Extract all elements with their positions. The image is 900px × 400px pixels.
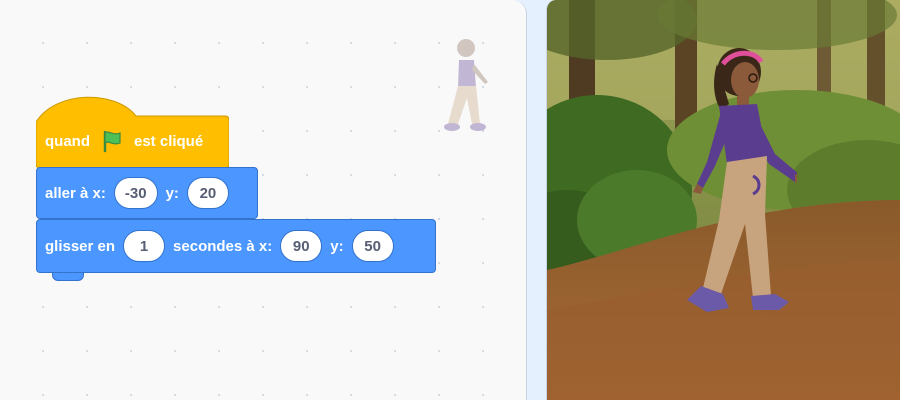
is-clicked-label: est cliqué — [134, 132, 204, 150]
code-area[interactable]: quand est cliqué aller à x: -30 y: 20 gl… — [0, 0, 527, 400]
avery-walking-sprite[interactable] — [657, 44, 797, 324]
go-to-xy-block[interactable]: aller à x: -30 y: 20 — [36, 167, 258, 219]
glide-seconds-label: secondes à x: — [173, 237, 273, 255]
glide-seconds-input[interactable]: 1 — [123, 230, 166, 262]
glide-block-notch — [52, 272, 84, 281]
when-flag-clicked-row: quand est cliqué — [36, 118, 203, 164]
when-label: quand — [45, 132, 90, 150]
scratch-editor: quand est cliqué aller à x: -30 y: 20 gl… — [0, 0, 900, 400]
stage[interactable] — [546, 0, 900, 400]
go-to-x-label: aller à x: — [45, 184, 106, 202]
go-to-y-label: y: — [165, 184, 179, 202]
green-flag-icon — [103, 130, 121, 153]
glide-x-input[interactable]: 90 — [280, 230, 323, 262]
glide-block[interactable]: glisser en 1 secondes à x: 90 y: 50 — [36, 219, 436, 273]
glide-y-input[interactable]: 50 — [351, 230, 394, 262]
glide-label: glisser en — [45, 237, 116, 255]
sprite-ghost-icon — [444, 39, 488, 131]
go-to-x-input[interactable]: -30 — [113, 177, 158, 209]
go-to-y-input[interactable]: 20 — [186, 177, 229, 209]
glide-y-label: y: — [330, 237, 344, 255]
